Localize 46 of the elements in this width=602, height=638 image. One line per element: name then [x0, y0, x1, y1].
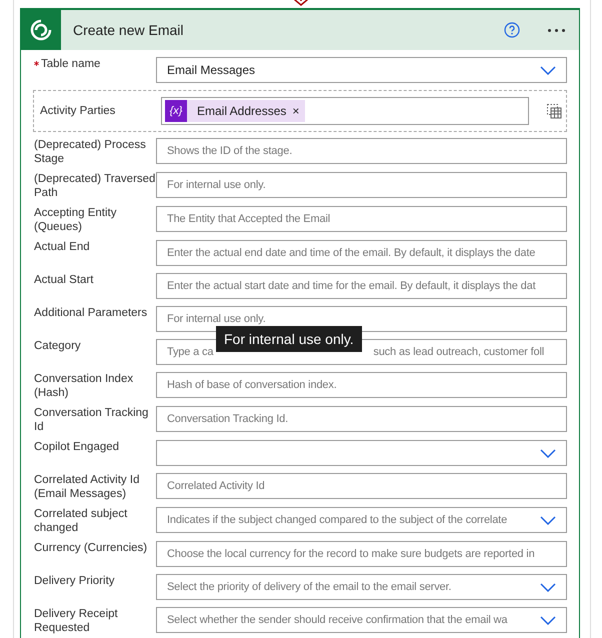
variable-icon: {x}	[165, 100, 187, 122]
remove-button[interactable]: ×	[292, 104, 306, 118]
chevron-down-icon[interactable]	[540, 66, 556, 74]
input-field[interactable]: Choose the local currency for the record to make sure budgets are reported in	[156, 541, 567, 567]
field-label: Conversation Tracking Id	[33, 406, 150, 434]
field-label: Actual End	[33, 240, 91, 254]
field-label: Conversation Index (Hash)	[33, 372, 134, 400]
field-label: (Deprecated) Process Stage	[33, 138, 147, 166]
input-field[interactable]: Enter the actual end date and time of the email. By default, it displays the date	[156, 240, 567, 266]
dropdown-field[interactable]: Email Messages	[156, 57, 567, 83]
field-label: Copilot Engaged	[33, 440, 120, 454]
field-label: Delivery Receipt Requested	[33, 607, 119, 635]
chevron-down-icon[interactable]	[540, 516, 556, 524]
dropdown-field[interactable]: Select the priority of delivery of the email to the email server.	[156, 574, 567, 600]
input-field[interactable]: For internal use only.	[156, 172, 567, 198]
input-field[interactable]: Enter the actual start date and time for the email. By default, it displays the dat	[156, 273, 567, 299]
dropdown-field[interactable]	[156, 440, 567, 466]
input-field[interactable]: Correlated Activity Id	[156, 473, 567, 499]
token-field[interactable]: {x} Email Addresses ×	[161, 97, 529, 125]
card-title: Create new Email	[73, 22, 184, 38]
token-chip: {x} Email Addresses ×	[165, 100, 306, 122]
logo-icon	[29, 18, 53, 42]
field-label: Accepting Entity (Queues)	[33, 206, 118, 234]
table-icon[interactable]	[546, 103, 562, 119]
input-field[interactable]: Shows the ID of the stage.	[156, 138, 567, 164]
input-field[interactable]: Hash of base of conversation index.	[156, 372, 567, 398]
field-label: Category	[33, 339, 82, 353]
input-field[interactable]: The Entity that Accepted the Email	[156, 206, 567, 232]
field-label: Correlated Activity Id (Email Messages)	[33, 473, 140, 501]
field-label: Currency (Currencies)	[33, 541, 148, 555]
chevron-down-icon[interactable]	[540, 448, 556, 458]
field-label: Actual Start	[33, 273, 94, 287]
input-field[interactable]: Conversation Tracking Id.	[156, 406, 567, 432]
tooltip: For internal use only.	[216, 326, 362, 352]
chevron-down-icon[interactable]	[540, 582, 556, 592]
dropdown-field[interactable]: Indicates if the subject changed compared to the subject of the correlate	[156, 507, 567, 533]
help-icon[interactable]	[504, 22, 520, 38]
field-label: (Deprecated) Traversed Path	[33, 172, 156, 200]
dropdown-field[interactable]: Select whether the sender should receive confirmation that the email wa	[156, 607, 567, 633]
field-label: Activity Parties	[39, 104, 116, 118]
chevron-down-icon[interactable]	[540, 616, 556, 624]
field-label: Table name	[33, 57, 156, 71]
input-field[interactable]: For internal use only.	[156, 306, 567, 332]
field-label: Delivery Priority	[33, 574, 116, 588]
field-label: Additional Parameters	[33, 306, 148, 320]
field-label: Correlated subject changed	[33, 507, 128, 535]
